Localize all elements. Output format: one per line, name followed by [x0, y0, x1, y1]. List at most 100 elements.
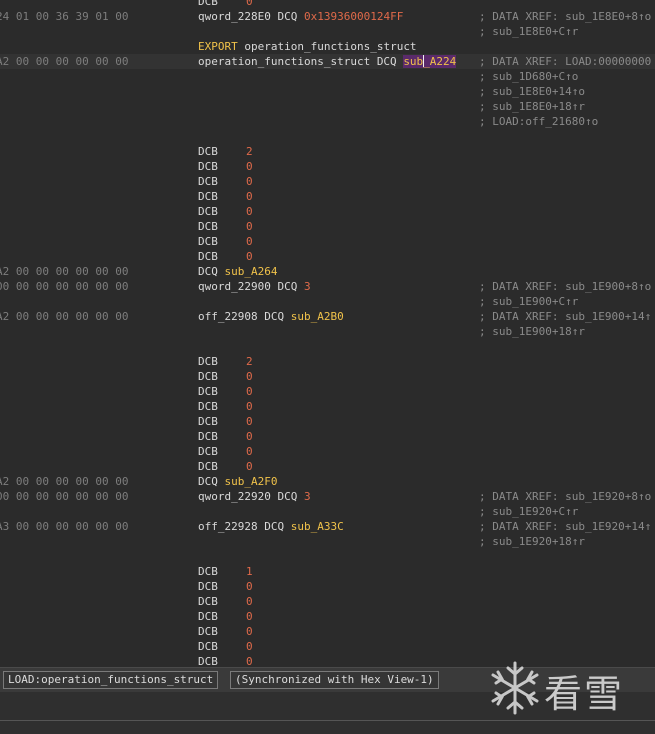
- dcb-directive: DCB: [198, 190, 218, 203]
- selected-symbol[interactable]: sub_A224: [403, 55, 457, 68]
- listing-row[interactable]: DCB 0: [0, 444, 655, 459]
- listing-row[interactable]: DCB 0: [0, 159, 655, 174]
- data-label[interactable]: qword_22920: [198, 490, 271, 503]
- listing-row[interactable]: EXPORT operation_functions_struct: [0, 39, 655, 54]
- dcb-directive: DCB: [198, 355, 218, 368]
- listing-row[interactable]: [0, 129, 655, 144]
- listing-row[interactable]: ; sub_1E900+18↑r: [0, 324, 655, 339]
- listing-row[interactable]: DCB 0: [0, 189, 655, 204]
- listing-row[interactable]: ; sub_1E8E0+14↑o: [0, 84, 655, 99]
- listing-row[interactable]: ; sub_1E920+C↑r: [0, 504, 655, 519]
- xref-comment[interactable]: ; DATA XREF: sub_1E920+14↑: [479, 519, 651, 534]
- listing-row[interactable]: ; LOAD:off_21680↑o: [0, 114, 655, 129]
- listing-row[interactable]: DCB 0: [0, 219, 655, 234]
- xref-comment[interactable]: ; sub_1E8E0+C↑r: [479, 24, 578, 39]
- operand[interactable]: sub_A33C: [291, 520, 344, 533]
- xref-comment[interactable]: ; sub_1E900+18↑r: [479, 324, 585, 339]
- xref-comment[interactable]: ; DATA XREF: LOAD:00000000: [479, 54, 651, 69]
- xref-comment[interactable]: ; DATA XREF: sub_1E900+14↑: [479, 309, 651, 324]
- xref-comment[interactable]: ; sub_1E8E0+18↑r: [479, 99, 585, 114]
- listing-row[interactable]: DCB 0: [0, 594, 655, 609]
- xref-comment[interactable]: ; sub_1E900+C↑r: [479, 294, 578, 309]
- dcb-directive: DCB: [198, 160, 218, 173]
- listing-row[interactable]: A2 00 00 00 00 00 00 DCQ sub_A264: [0, 264, 655, 279]
- xref-comment[interactable]: ; sub_1D680+C↑o: [479, 69, 578, 84]
- listing-row[interactable]: A3 00 00 00 00 00 00 off_22928 DCQ sub_A3…: [0, 519, 655, 534]
- dcb-value: 0: [246, 625, 253, 638]
- operand[interactable]: sub_A2B0: [291, 310, 344, 323]
- dcb-directive: DCB: [198, 625, 218, 638]
- snowflake-icon: [491, 661, 539, 715]
- symbol-part: sub: [403, 55, 424, 68]
- listing-row[interactable]: DCB 0: [0, 414, 655, 429]
- listing-row[interactable]: A2 00 00 00 00 00 00 off_22908 DCQ sub_A2…: [0, 309, 655, 324]
- dcb-value: 0: [246, 595, 253, 608]
- xref-comment[interactable]: ; sub_1E920+C↑r: [479, 504, 578, 519]
- listing-row[interactable]: ; sub_1E900+C↑r: [0, 294, 655, 309]
- listing-row[interactable]: ; sub_1E920+18↑r: [0, 534, 655, 549]
- listing-row[interactable]: DCB 0: [0, 459, 655, 474]
- xref-comment[interactable]: ; DATA XREF: sub_1E920+8↑o: [479, 489, 651, 504]
- export-keyword: EXPORT: [198, 40, 238, 53]
- kanxue-watermark-logo: 看雪: [488, 657, 648, 717]
- listing-row[interactable]: DCB 0: [0, 609, 655, 624]
- dcb-value: 0: [246, 190, 253, 203]
- listing-row[interactable]: DCB 0: [0, 174, 655, 189]
- data-definition: qword_22900 DCQ 3: [198, 279, 311, 294]
- listing-row[interactable]: DCB 0: [0, 399, 655, 414]
- directive: DCQ: [264, 310, 285, 323]
- listing-row[interactable]: DCB 2: [0, 354, 655, 369]
- listing-row[interactable]: DCB 0: [0, 249, 655, 264]
- hex-bytes: 00 00 00 00 00 00 00: [0, 490, 129, 503]
- listing-row[interactable]: A2 00 00 00 00 00 00 DCQ sub_A2F0: [0, 474, 655, 489]
- disassembly-listing[interactable]: DCB 0 24 01 00 36 39 01 00 qword_228E0 DCQ …: [0, 0, 655, 667]
- listing-row[interactable]: DCB 0: [0, 204, 655, 219]
- listing-row[interactable]: [0, 339, 655, 354]
- xref-comment[interactable]: ; sub_1E8E0+14↑o: [479, 84, 585, 99]
- data-definition: qword_228E0 DCQ 0x13936000124FF: [198, 9, 403, 24]
- xref-comment[interactable]: ; DATA XREF: sub_1E900+8↑o: [479, 279, 651, 294]
- listing-row[interactable]: A2 00 00 00 00 00 00 operation_functions_…: [0, 54, 655, 69]
- data-label[interactable]: operation_functions_struct: [198, 55, 370, 68]
- data-label[interactable]: off_22928: [198, 520, 258, 533]
- data-definition: off_22928 DCQ sub_A33C: [198, 519, 344, 534]
- listing-row[interactable]: DCB 0: [0, 639, 655, 654]
- dcb-directive: DCB: [198, 250, 218, 263]
- listing-row[interactable]: DCB 0: [0, 624, 655, 639]
- dcb-directive: DCB: [198, 175, 218, 188]
- listing-row[interactable]: DCB 1: [0, 564, 655, 579]
- dcb-value: 0: [246, 175, 253, 188]
- data-label[interactable]: qword_228E0: [198, 10, 271, 23]
- xref-comment[interactable]: ; sub_1E920+18↑r: [479, 534, 585, 549]
- symbol-reference[interactable]: sub_A2F0: [225, 475, 278, 488]
- directive: DCQ: [277, 10, 298, 23]
- listing-row[interactable]: ; sub_1E8E0+C↑r: [0, 24, 655, 39]
- listing-row[interactable]: [0, 549, 655, 564]
- xref-comment[interactable]: ; DATA XREF: sub_1E8E0+8↑o: [479, 9, 651, 24]
- xref-comment[interactable]: ; LOAD:off_21680↑o: [479, 114, 598, 129]
- listing-row[interactable]: 24 01 00 36 39 01 00 qword_228E0 DCQ 0x13…: [0, 9, 655, 24]
- data-label[interactable]: qword_22900: [198, 280, 271, 293]
- data-label[interactable]: off_22908: [198, 310, 258, 323]
- dcb-directive: DCB: [198, 145, 218, 158]
- listing-row[interactable]: DCB 0: [0, 579, 655, 594]
- listing-row[interactable]: ; sub_1E8E0+18↑r: [0, 99, 655, 114]
- dcb-value: 0: [246, 460, 253, 473]
- listing-row[interactable]: DCB 2: [0, 144, 655, 159]
- hex-bytes: A2 00 00 00 00 00 00: [0, 310, 129, 323]
- data-definition: off_22908 DCQ sub_A2B0: [198, 309, 344, 324]
- listing-row[interactable]: ; sub_1D680+C↑o: [0, 69, 655, 84]
- listing-row[interactable]: 00 00 00 00 00 00 00 qword_22900 DCQ 3 ; D…: [0, 279, 655, 294]
- listing-row[interactable]: DCB 0: [0, 0, 655, 9]
- listing-row[interactable]: DCB 0: [0, 369, 655, 384]
- listing-row[interactable]: DCB 0: [0, 429, 655, 444]
- dcb-value: 0: [246, 430, 253, 443]
- location-indicator[interactable]: LOAD:operation_functions_struct: [3, 671, 219, 689]
- dcb-directive: DCB: [198, 205, 218, 218]
- watermark-text: 看雪: [544, 672, 625, 716]
- sync-indicator[interactable]: (Synchronized with Hex View-1): [230, 671, 439, 689]
- listing-row[interactable]: 00 00 00 00 00 00 00 qword_22920 DCQ 3 ; D…: [0, 489, 655, 504]
- listing-row[interactable]: DCB 0: [0, 234, 655, 249]
- symbol-reference[interactable]: sub_A264: [225, 265, 278, 278]
- listing-row[interactable]: DCB 0: [0, 384, 655, 399]
